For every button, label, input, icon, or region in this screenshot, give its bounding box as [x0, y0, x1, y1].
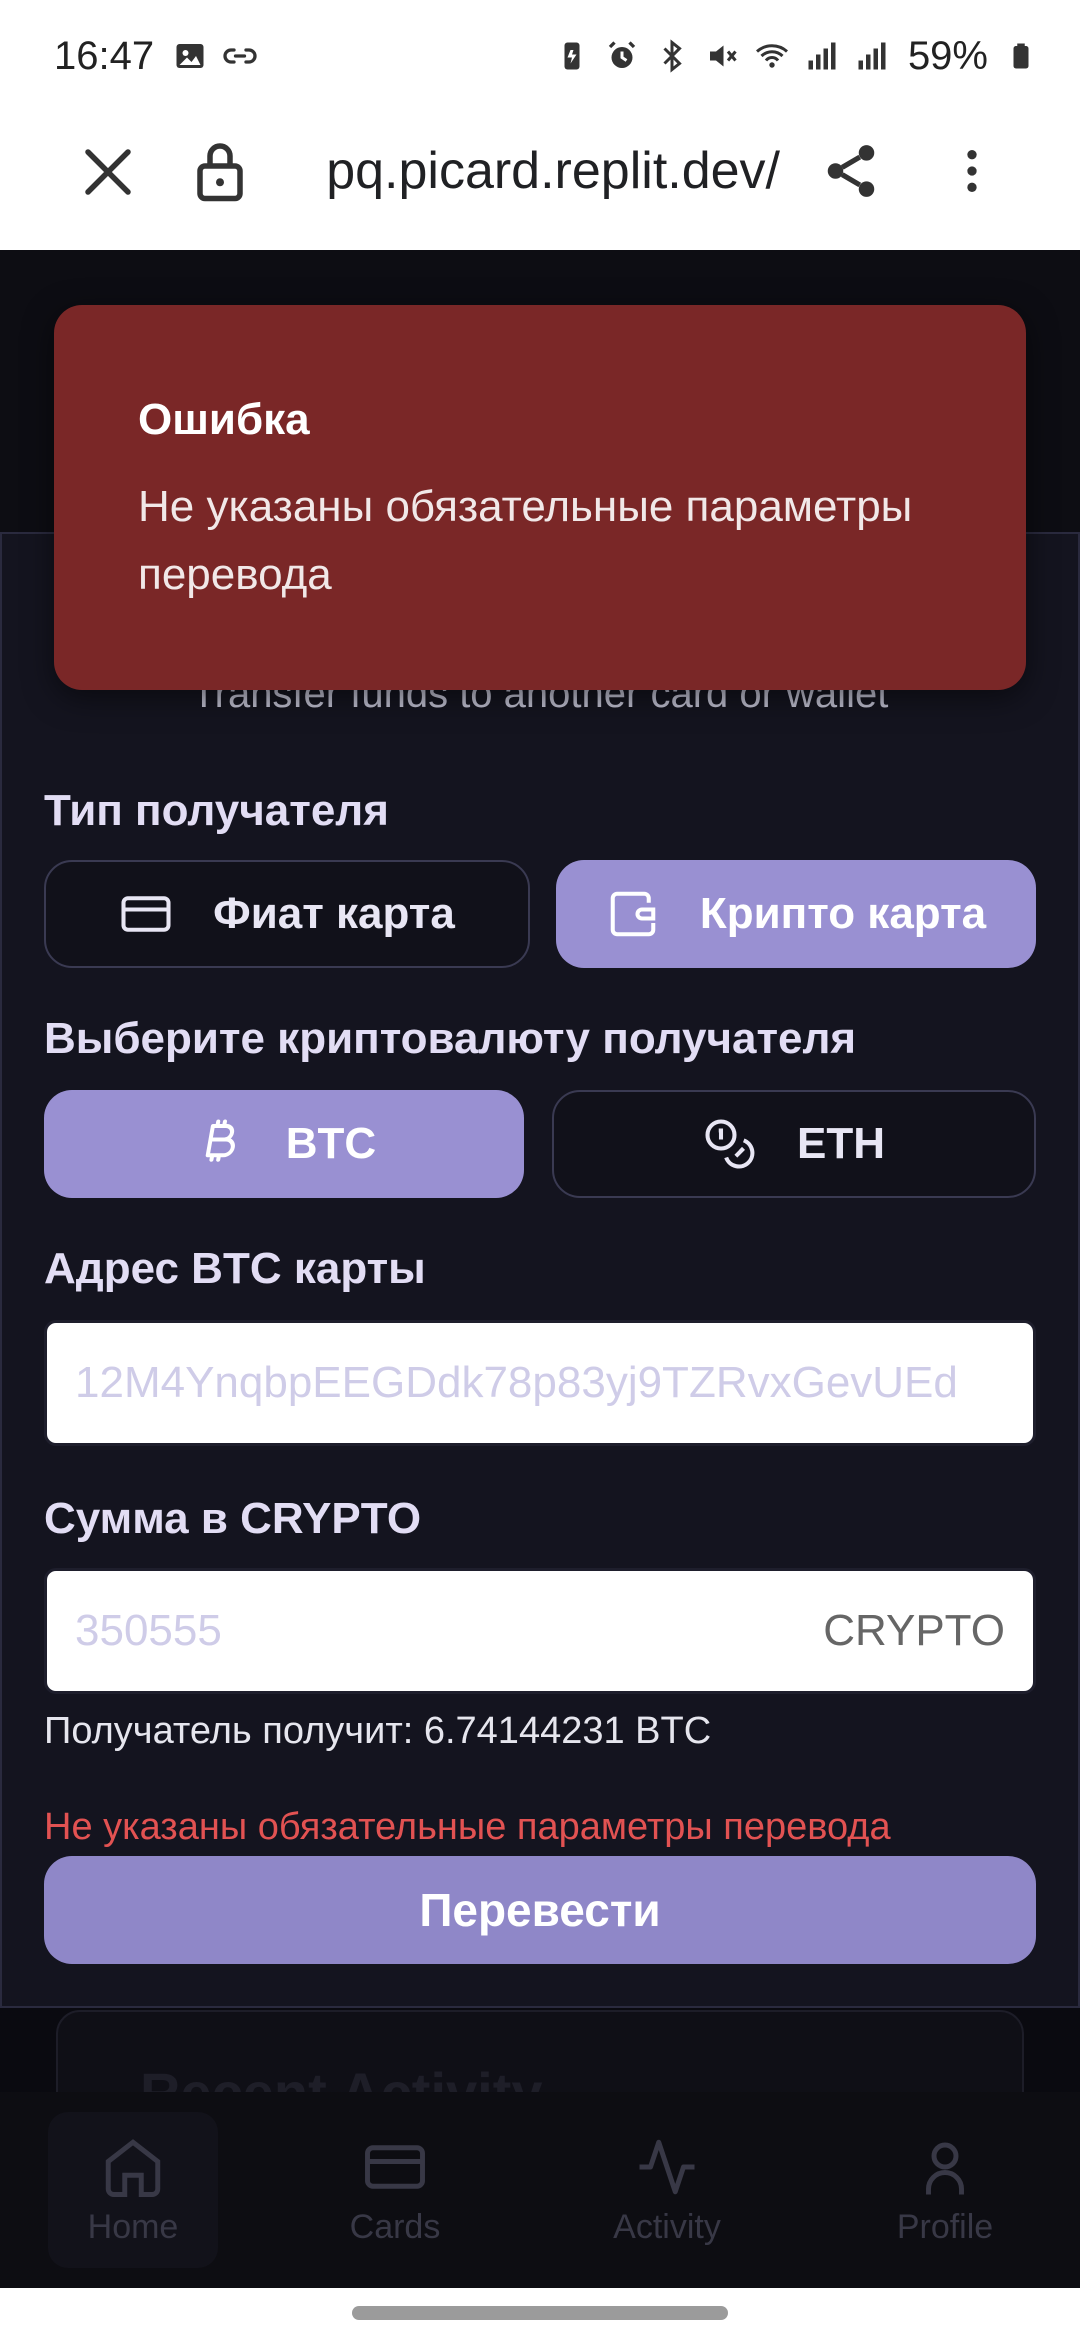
nav-profile[interactable]: Profile — [860, 2112, 1030, 2268]
mute-icon — [709, 45, 737, 67]
bitcoin-icon — [205, 1119, 235, 1162]
lock-icon[interactable] — [190, 138, 250, 204]
wallet-icon — [610, 891, 656, 937]
battery-percent: 59% — [907, 33, 988, 78]
inline-error-text: Не указаны обязательные параметры перево… — [44, 1806, 891, 1848]
recipient-receives-text: Получатель получит: 6.74144231 BTC — [44, 1710, 712, 1752]
close-icon[interactable] — [78, 142, 138, 202]
status-right-icons — [554, 38, 890, 74]
address-input[interactable] — [75, 1358, 1005, 1408]
amount-suffix: CRYPTO — [823, 1606, 1005, 1655]
nav-cards[interactable]: Cards — [310, 2112, 480, 2268]
fiat-card-label: Фиат карта — [213, 889, 455, 938]
nav-activity[interactable]: Activity — [582, 2112, 752, 2268]
btc-label: BTC — [285, 1119, 377, 1168]
signal-2-icon — [858, 42, 886, 70]
home-indicator[interactable] — [352, 2306, 728, 2320]
link-icon — [223, 48, 257, 64]
crypto-card-label: Крипто карта — [699, 889, 987, 938]
gallery-icon — [176, 44, 204, 68]
alarm-icon — [608, 41, 636, 68]
url-text: pq.picard.replit.dev/ — [326, 142, 780, 200]
btc-option[interactable]: BTC — [44, 1090, 524, 1198]
url-bar[interactable]: pq.picard.replit.dev/ — [290, 138, 780, 204]
status-time: 16:47 — [54, 33, 155, 78]
recipient-type-label: Тип получателя — [44, 786, 389, 835]
nav-profile-label: Profile — [896, 2207, 994, 2246]
more-vert-icon[interactable] — [944, 140, 1000, 202]
home-icon — [105, 2138, 161, 2197]
toast-title: Ошибка — [138, 395, 310, 444]
crypto-select-label: Выберите криптовалюту получателя — [44, 1014, 857, 1063]
status-right: 59% — [554, 34, 1036, 79]
fiat-card-option[interactable]: Фиат карта — [44, 860, 530, 968]
browser-toolbar: pq.picard.replit.dev/ — [0, 112, 1080, 250]
coins-icon — [705, 1119, 755, 1169]
amount-field[interactable]: CRYPTO — [44, 1568, 1036, 1694]
eth-label: ETH — [797, 1119, 885, 1168]
error-toast[interactable]: Ошибка Не указаны обязательные параметры… — [54, 305, 1026, 690]
share-icon[interactable] — [820, 140, 882, 202]
activity-icon — [639, 2139, 695, 2194]
nav-home[interactable]: Home — [48, 2112, 218, 2268]
battery-saver-icon — [564, 42, 580, 70]
address-label: Адрес BTC карты — [44, 1244, 426, 1293]
credit-card-icon — [365, 2144, 425, 2189]
battery-icon — [1013, 43, 1029, 69]
nav-activity-label: Activity — [613, 2207, 721, 2246]
bluetooth-icon — [663, 39, 682, 73]
nav-cards-label: Cards — [349, 2207, 441, 2246]
toast-message: Не указаны обязательные параметры перево… — [138, 482, 913, 599]
signal-icon — [808, 42, 836, 70]
amount-input[interactable] — [75, 1606, 824, 1656]
nav-home-label: Home — [87, 2207, 179, 2246]
transfer-submit-button[interactable]: Перевести — [44, 1856, 1036, 1964]
wifi-icon — [755, 44, 788, 68]
address-field[interactable] — [44, 1320, 1036, 1446]
user-icon — [926, 2142, 964, 2194]
credit-card-icon — [121, 896, 171, 932]
status-left-icons — [172, 38, 258, 74]
crypto-card-option[interactable]: Крипто карта — [556, 860, 1036, 968]
status-bar: 16:47 59% — [0, 0, 1080, 112]
amount-label: Сумма в CRYPTO — [44, 1494, 422, 1543]
eth-option[interactable]: ETH — [552, 1090, 1036, 1198]
status-left: 16:47 — [54, 34, 258, 79]
